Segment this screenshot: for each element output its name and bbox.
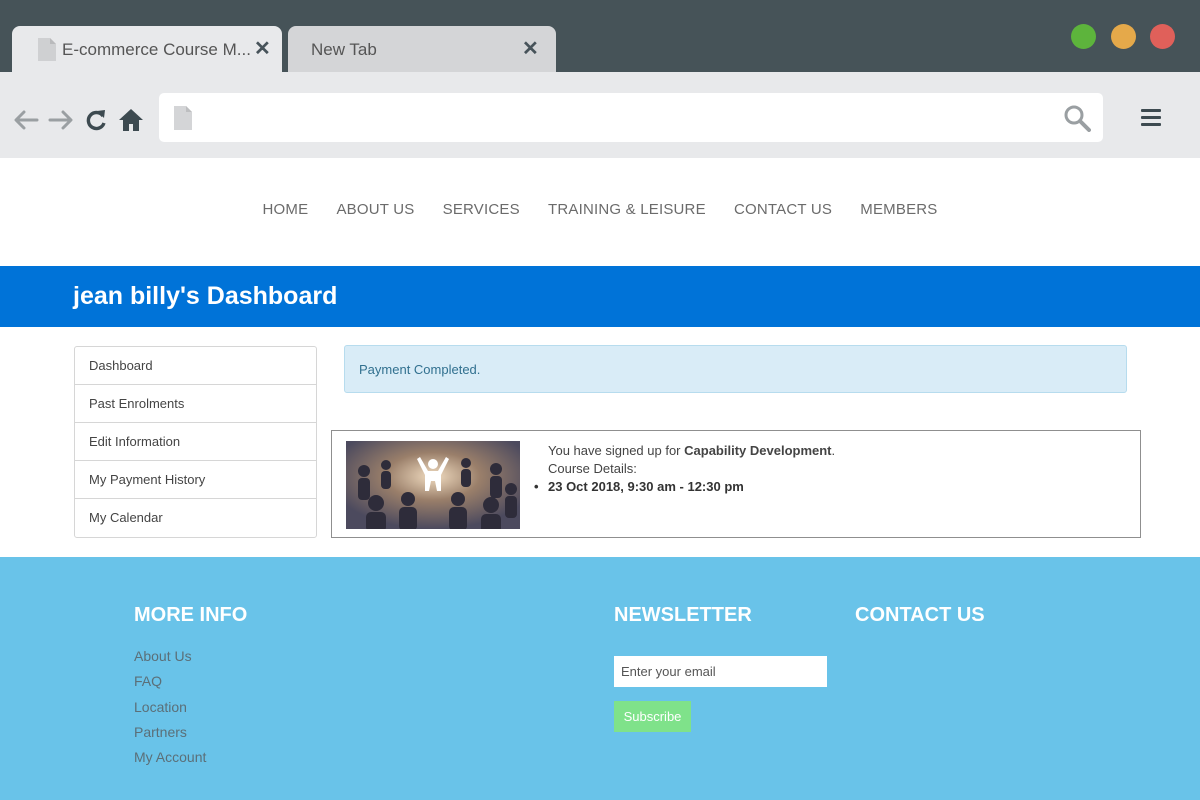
- close-window-button[interactable]: [1150, 24, 1175, 49]
- course-details-label: Course Details:: [548, 461, 637, 476]
- footer-link-my-account[interactable]: My Account: [134, 749, 206, 774]
- nav-about-us[interactable]: ABOUT US: [336, 201, 414, 218]
- enrolment-card: You have signed up for Capability Develo…: [331, 430, 1141, 538]
- nav-services[interactable]: SERVICES: [443, 201, 520, 218]
- web-page: HOME ABOUT US SERVICES TRAINING & LEISUR…: [0, 158, 1200, 800]
- subscribe-button[interactable]: Subscribe: [614, 701, 691, 732]
- reload-icon[interactable]: [82, 106, 110, 134]
- sidebar-item-calendar[interactable]: My Calendar: [75, 499, 316, 537]
- tab-title: E-commerce Course M...: [62, 40, 251, 59]
- footer-link-location[interactable]: Location: [134, 699, 206, 724]
- footer-links: About Us FAQ Location Partners My Accoun…: [134, 648, 206, 774]
- footer-link-faq[interactable]: FAQ: [134, 673, 206, 698]
- page-icon: [38, 38, 56, 61]
- newsletter-heading: NEWSLETTER: [614, 604, 752, 626]
- footer-link-about-us[interactable]: About Us: [134, 648, 206, 673]
- main-navigation: HOME ABOUT US SERVICES TRAINING & LEISUR…: [0, 201, 1200, 218]
- payment-success-alert: Payment Completed.: [344, 345, 1127, 393]
- sidebar-item-dashboard[interactable]: Dashboard: [75, 347, 316, 385]
- contact-us-heading: CONTACT US: [855, 604, 985, 626]
- home-icon[interactable]: [117, 106, 145, 134]
- search-icon[interactable]: [1063, 104, 1091, 132]
- nav-training-leisure[interactable]: TRAINING & LEISURE: [548, 201, 706, 218]
- page-title: jean billy's Dashboard: [73, 282, 338, 310]
- dashboard-banner: jean billy's Dashboard: [0, 266, 1200, 327]
- sidebar-item-past-enrolments[interactable]: Past Enrolments: [75, 385, 316, 423]
- session-item: 23 Oct 2018, 9:30 am - 12:30 pm: [534, 478, 835, 496]
- address-bar[interactable]: [159, 93, 1103, 142]
- alert-message: Payment Completed.: [359, 362, 481, 377]
- enrolment-details: You have signed up for Capability Develo…: [534, 442, 836, 496]
- course-name: Capability Development: [684, 443, 832, 458]
- maximize-button[interactable]: [1111, 24, 1136, 49]
- hamburger-menu-icon[interactable]: [1141, 109, 1161, 129]
- course-image: [346, 441, 520, 529]
- nav-contact-us[interactable]: CONTACT US: [734, 201, 832, 218]
- forward-arrow-icon[interactable]: [47, 106, 75, 134]
- nav-members[interactable]: MEMBERS: [860, 201, 937, 218]
- sidebar-item-edit-information[interactable]: Edit Information: [75, 423, 316, 461]
- session-list: 23 Oct 2018, 9:30 am - 12:30 pm: [534, 478, 835, 496]
- browser-toolbar: [0, 72, 1200, 158]
- page-icon: [174, 106, 192, 130]
- footer-link-partners[interactable]: Partners: [134, 724, 206, 749]
- browser-titlebar: E-commerce Course M... ✕ New Tab ✕: [0, 0, 1200, 72]
- enrolment-summary: You have signed up for Capability Develo…: [548, 443, 836, 458]
- nav-home[interactable]: HOME: [262, 201, 308, 218]
- sidebar-item-payment-history[interactable]: My Payment History: [75, 461, 316, 499]
- tab-new-tab[interactable]: New Tab ✕: [288, 26, 556, 72]
- back-arrow-icon[interactable]: [12, 106, 40, 134]
- close-icon[interactable]: ✕: [254, 39, 271, 59]
- close-icon[interactable]: ✕: [522, 39, 539, 59]
- minimize-button[interactable]: [1071, 24, 1096, 49]
- tab-active[interactable]: E-commerce Course M... ✕: [12, 26, 282, 72]
- dashboard-sidebar: Dashboard Past Enrolments Edit Informati…: [74, 346, 317, 538]
- tab-title: New Tab: [311, 40, 377, 59]
- more-info-heading: MORE INFO: [134, 604, 248, 626]
- newsletter-email-input[interactable]: [614, 656, 827, 687]
- site-footer: MORE INFO About Us FAQ Location Partners…: [0, 557, 1200, 800]
